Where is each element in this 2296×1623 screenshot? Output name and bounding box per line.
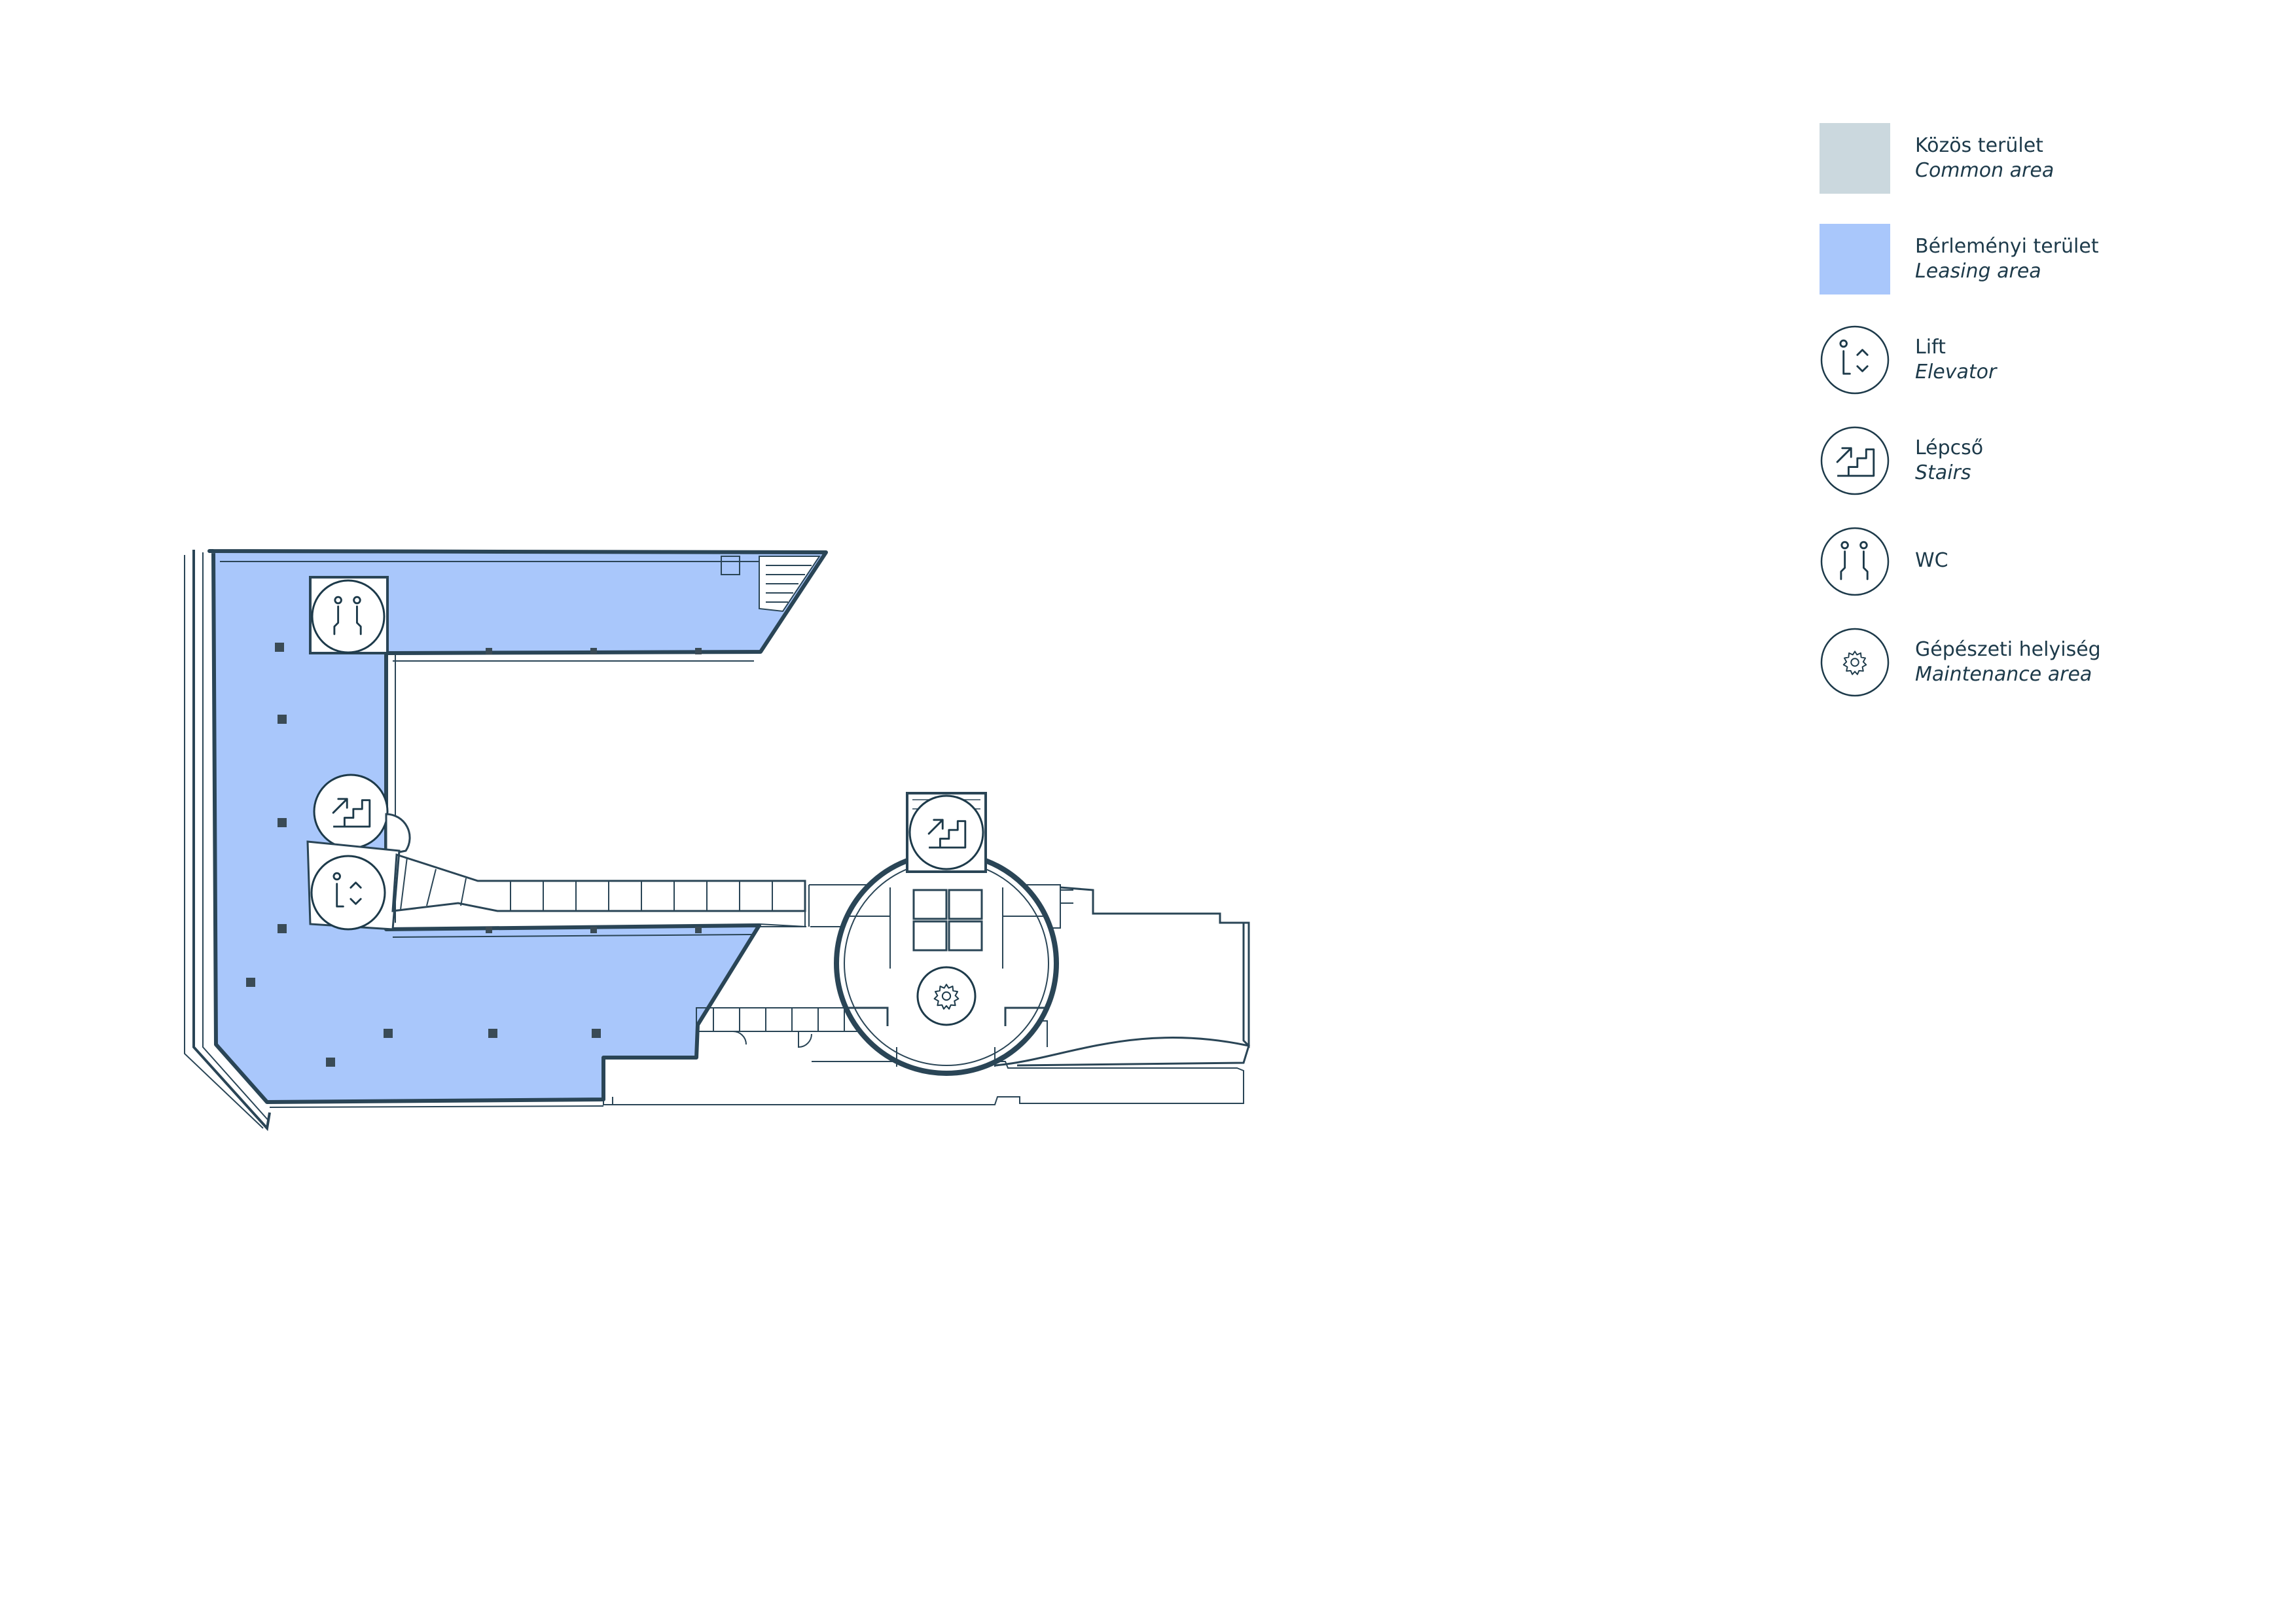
legend-item-common-area: Közös terület Common area — [1820, 123, 2186, 195]
legend-item-maintenance-area: Gépészeti helyiség Maintenance area — [1820, 627, 2186, 699]
legend-label-hu: Gépészeti helyiség — [1915, 638, 2101, 661]
elevator-icon — [1820, 325, 1890, 395]
legend-label-en: Maintenance area — [1915, 663, 2092, 686]
leasing-area-swatch — [1820, 224, 1890, 294]
legend-label-en: Common area — [1915, 159, 2054, 182]
legend-label-hu: Közös terület — [1915, 134, 2043, 157]
leasing-area — [207, 549, 828, 1104]
round-core — [834, 792, 1059, 1076]
legend-item-leasing-area: Bérleményi terület Leasing area — [1820, 224, 2186, 296]
connecting-bridge — [391, 853, 806, 927]
legend-label-hu: WC — [1915, 549, 1948, 572]
legend-label-hu: Lépcső — [1915, 437, 1984, 459]
legend-label-en: Elevator — [1915, 361, 1997, 383]
legend-item-wc: WC — [1820, 526, 2186, 598]
wc-icon — [1820, 527, 1890, 596]
common-area-swatch — [1820, 123, 1890, 194]
legend-item-stairs: Lépcső Stairs — [1820, 425, 2186, 497]
legend-label-en: Stairs — [1915, 461, 1971, 484]
wc-core — [309, 576, 389, 654]
legend-label-hu: Lift — [1915, 336, 1946, 359]
legend-label-hu: Bérleményi terület — [1915, 235, 2099, 258]
legend-label-en: Leasing area — [1915, 260, 2041, 283]
legend-item-elevator: Lift Elevator — [1820, 325, 2186, 397]
gear-icon — [1820, 628, 1890, 697]
stairs-elevator-core-left — [306, 774, 411, 931]
stairs-icon — [1820, 426, 1890, 495]
